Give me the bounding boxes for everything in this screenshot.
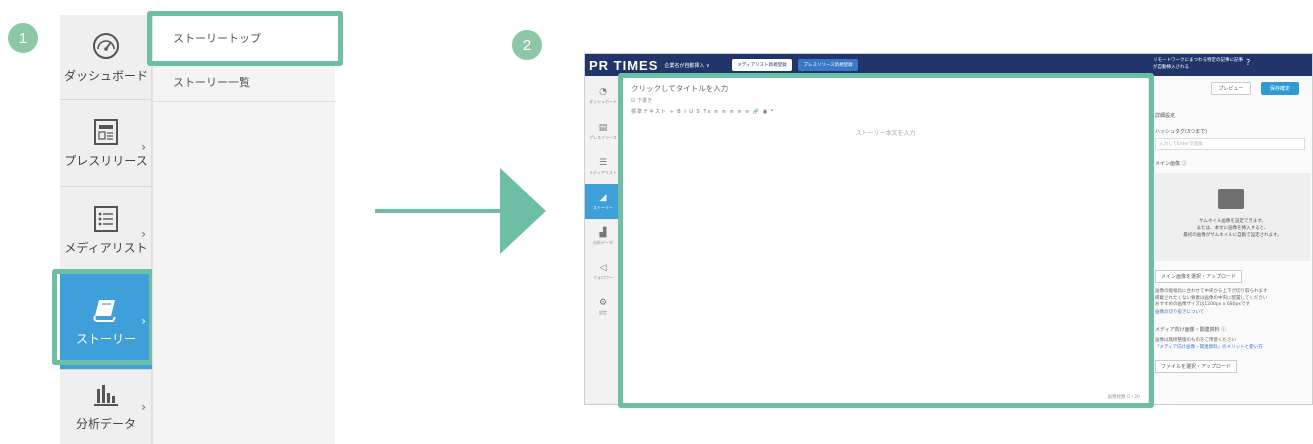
mini-sidebar: ◔ ダッシュボード ▤ プレスリリース ☰ メディアリスト ◢ ストーリー ▟ … [585,76,621,404]
megaphone-icon: ◁ [599,262,607,273]
mini-sidebar-label: ストーリー [593,204,613,210]
save-button[interactable]: 保存確定 [1261,82,1299,95]
submenu-item-label: ストーリー一覧 [173,75,250,89]
settings-panel: プレビュー 保存確定 詳細設定 ハッシュタグ(3つまで) 入力してEnterで追… [1148,76,1312,404]
sidebar: ダッシュボード プレスリリース › メディアリスト › ストーリー › 分析デー… [60,15,152,444]
sidebar-item-label: メディアリスト [64,240,148,255]
mini-sidebar-label: 設定 [599,309,607,315]
chevron-right-icon: › [141,400,146,414]
sidebar-item-press-release[interactable]: プレスリリース › [60,100,152,187]
press-release-newspaper-icon [93,118,119,146]
mini-sidebar-label: ダッシュボード [589,98,617,104]
story-book-icon: ◢ [599,192,607,203]
mini-sidebar-item-analytics[interactable]: ▟ 分析データ [585,219,621,254]
media-list-new-button[interactable]: メディアリスト新規登録 [732,59,792,71]
story-book-icon [91,296,121,324]
press-release-new-button[interactable]: プレスリリース新規登録 [798,59,858,71]
mini-sidebar-item-dashboard[interactable]: ◔ ダッシュボード [585,78,621,113]
sidebar-item-dashboard[interactable]: ダッシュボード [60,15,152,100]
dashboard-gauge-icon: ◔ [599,86,607,97]
mini-sidebar-label: フォロワー [593,274,613,280]
hashtag-label: ハッシュタグ(3つまで) [1155,129,1208,135]
preview-button[interactable]: プレビュー [1211,82,1251,95]
dashboard-gauge-icon [89,31,123,61]
sidebar-item-story[interactable]: ストーリー › [60,274,152,370]
editor-highlight-frame [618,73,1154,408]
main-image-upload-button[interactable]: メイン画像を選択・アップロード [1155,270,1243,283]
image-crop-link[interactable]: 画像の切り抜きについて [1155,310,1310,317]
chevron-right-icon: › [141,140,146,154]
mini-sidebar-label: メディアリスト [589,169,617,175]
help-icon[interactable]: ? [1246,58,1250,67]
top-notice: リモートワークにまつわる特定の記事に記事が自動挿入される [1153,58,1243,70]
sidebar-item-label: ダッシュボード [63,68,148,83]
mini-sidebar-label: プレスリリース [589,134,617,140]
gear-icon: ⚙ [598,297,608,308]
submenu-item-story-list[interactable]: ストーリー一覧 [153,62,336,102]
mini-sidebar-item-media-list[interactable]: ☰ メディアリスト [585,149,621,184]
sidebar-item-media-list[interactable]: メディアリスト › [60,187,152,274]
media-list-icon: ☰ [598,157,608,168]
mini-sidebar-item-press-release[interactable]: ▤ プレスリリース [585,114,621,149]
arrow-right-icon [500,168,546,254]
media-assets-note: 画像は無修整版のものをご用意ください [1155,338,1236,343]
main-image-hint: サムネイル画像を設定できます。 または、本文に画像を挿入すると、 最初の画像がサ… [1183,219,1282,238]
detail-settings-heading: 詳細設定 [1155,113,1176,119]
mini-sidebar-item-story[interactable]: ◢ ストーリー [585,184,621,219]
mini-sidebar-label: 分析データ [593,239,613,245]
mini-sidebar-item-settings[interactable]: ⚙ 設定 [585,289,621,324]
sidebar-item-analytics[interactable]: 分析データ › [60,370,152,444]
arrow-shaft [375,209,505,213]
submenu-item-label: ストーリートップ [173,32,261,45]
file-upload-button[interactable]: ファイルを選択・アップロード [1155,360,1238,373]
step-1-badge: 1 [8,23,38,53]
mini-sidebar-item-followers[interactable]: ◁ フォロワー [585,254,621,289]
logo: PR TIMES [589,57,659,73]
image-placeholder-icon [1218,189,1244,209]
main-image-dropzone[interactable]: サムネイル画像を設定できます。 または、本文に画像を挿入すると、 最初の画像がサ… [1155,173,1310,261]
main-image-note: 画像の縦幅比に合わせて中央から上下が切り取られます 掲載されたくない要素は画像の… [1155,289,1268,307]
media-assets-label: メディア向け画像・関連資料 ⓘ [1155,327,1227,333]
chevron-right-icon: › [141,314,146,328]
step-2-badge: 2 [512,30,542,60]
sidebar-item-label: 分析データ [75,416,136,431]
bar-chart-icon: ▟ [599,227,607,238]
bar-chart-icon [91,383,121,409]
hashtag-input[interactable]: 入力してEnterで追加 [1155,138,1305,150]
media-list-icon [93,205,119,233]
press-release-newspaper-icon: ▤ [598,122,608,133]
media-assets-link[interactable]: 「メディア向け画像・関連資料」のメリットと使い方 [1155,345,1310,352]
chevron-right-icon: › [141,227,146,241]
sidebar-item-label: ストーリー [75,332,136,346]
story-submenu: ストーリートップ ストーリー一覧 [152,15,336,444]
company-selector[interactable]: 企業名が自動挿入 ∨ [664,62,709,69]
submenu-item-story-top[interactable]: ストーリートップ [153,15,336,62]
sidebar-item-label: プレスリリース [64,153,148,168]
main-image-label: メイン画像 ⓘ [1155,161,1187,167]
